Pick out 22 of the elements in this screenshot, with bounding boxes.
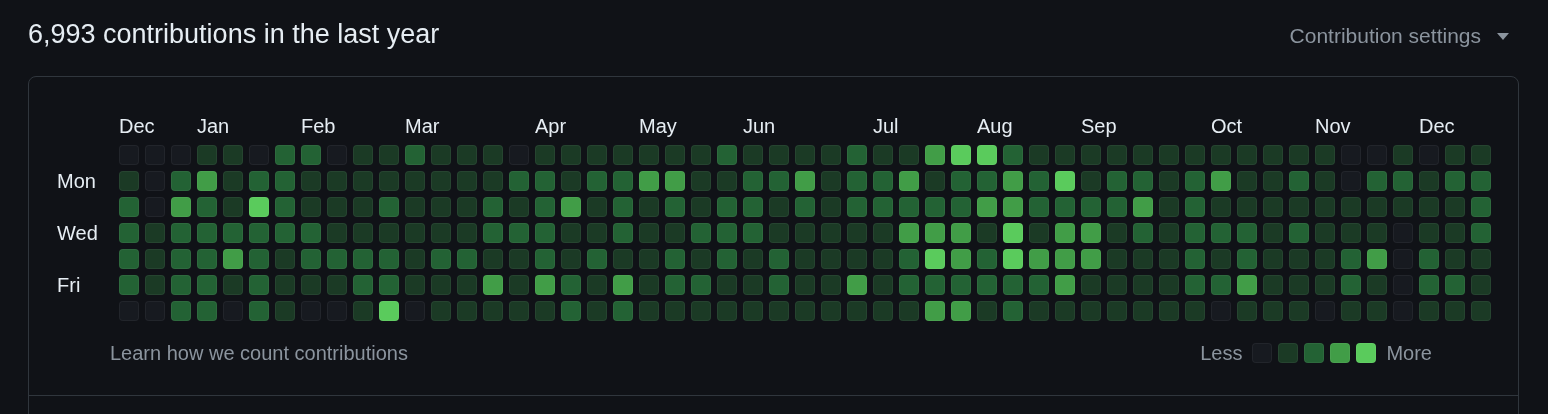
legend-less-label: Less: [1200, 341, 1243, 365]
month-label: Mar: [405, 114, 440, 139]
month-label: Jun: [743, 114, 776, 139]
month-label: Apr: [535, 114, 567, 139]
month-label: Jan: [197, 114, 230, 139]
month-label: Jul: [873, 114, 899, 139]
month-label: May: [639, 114, 677, 139]
learn-contributions-link[interactable]: Learn how we count contributions: [110, 341, 408, 365]
contribution-settings-dropdown[interactable]: Contribution settings: [1289, 24, 1519, 48]
month-label: Sep: [1081, 114, 1117, 139]
month-label: Aug: [977, 114, 1013, 139]
weekday-label: Mon: [57, 169, 96, 194]
month-label: Nov: [1315, 114, 1351, 139]
weekday-label: Fri: [57, 273, 81, 298]
legend-more-label: More: [1386, 341, 1432, 365]
month-label: Dec: [119, 114, 155, 139]
month-label: Dec: [1419, 114, 1455, 139]
contributions-heading: 6,993 contributions in the last year: [28, 18, 440, 51]
month-label: Feb: [301, 114, 336, 139]
month-label: Oct: [1211, 114, 1243, 139]
weekday-label: Wed: [57, 221, 98, 246]
caret-icon: [1497, 32, 1509, 40]
